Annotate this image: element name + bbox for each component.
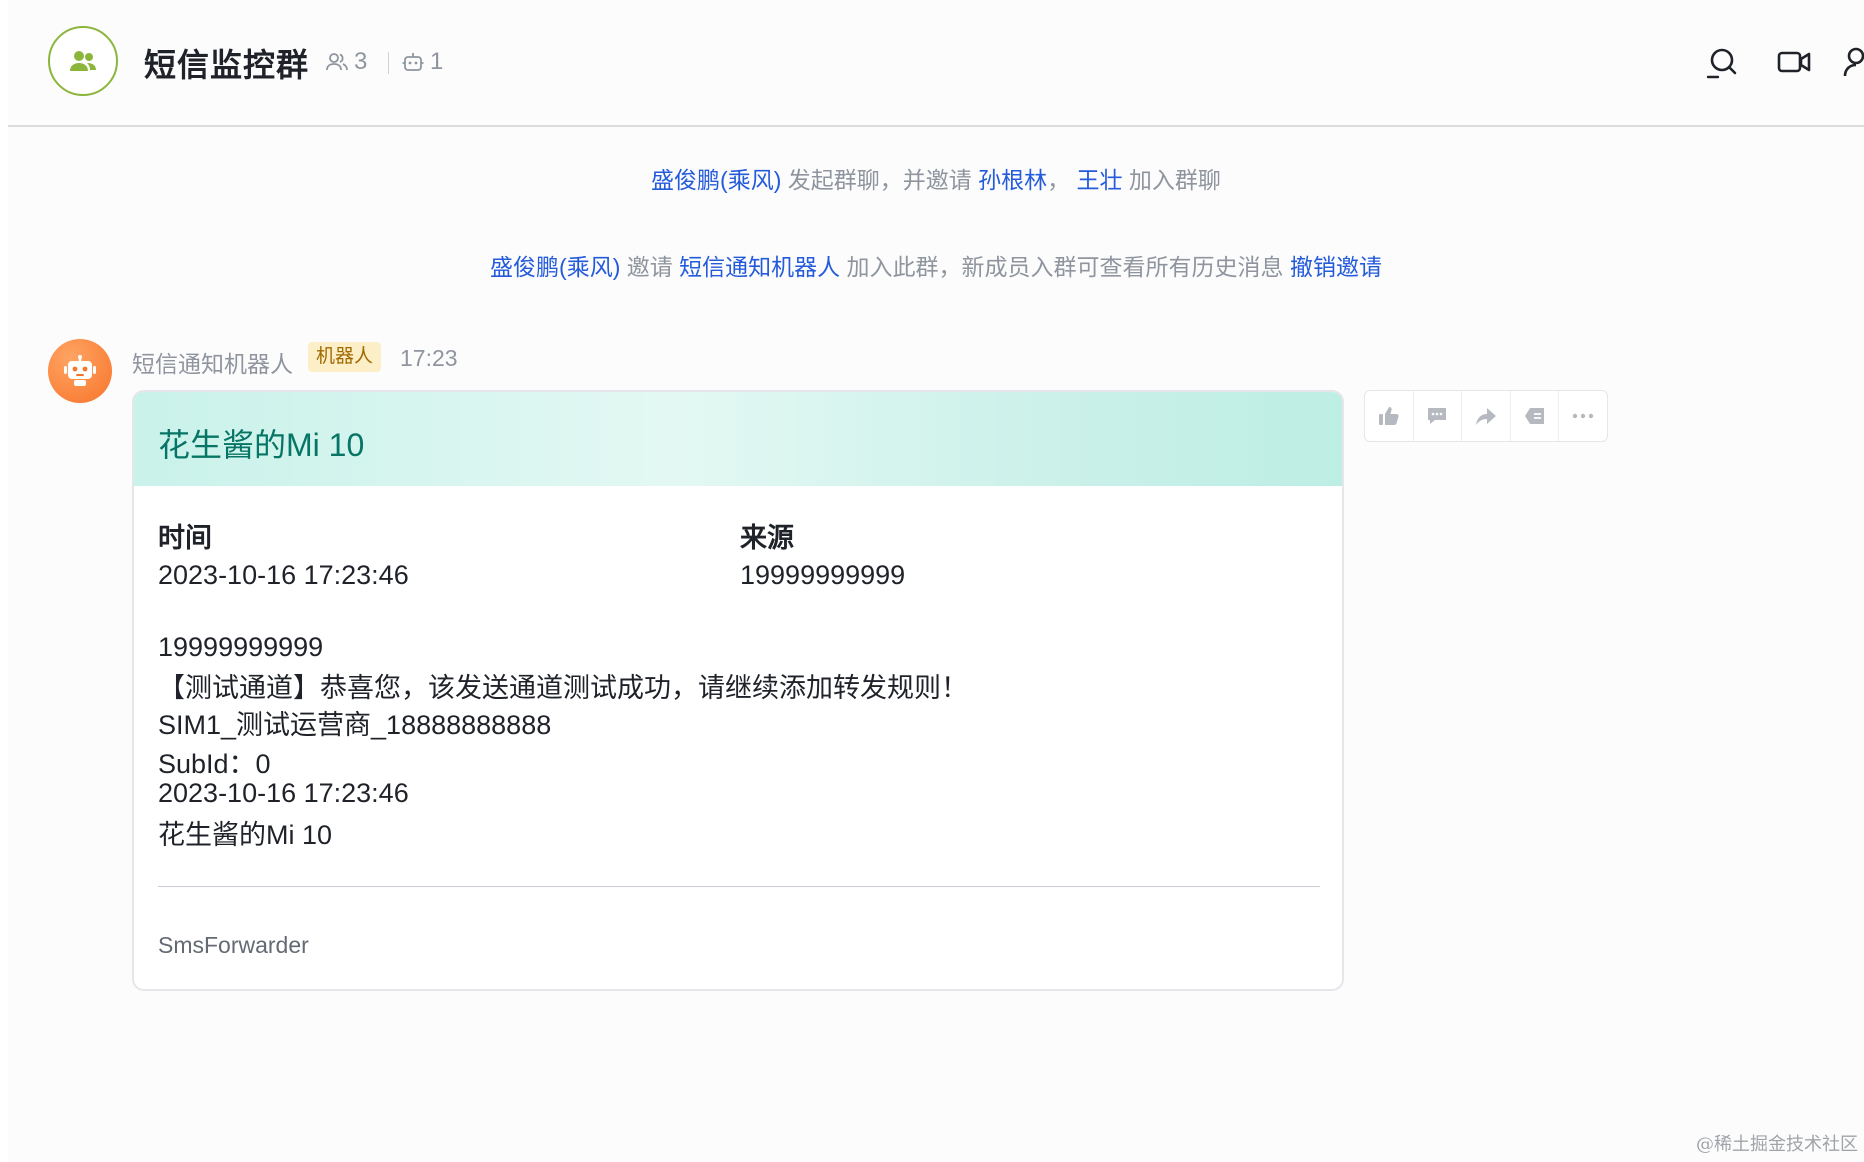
forward-button[interactable] (1462, 391, 1511, 441)
member-count[interactable]: 3 (326, 48, 367, 76)
video-icon[interactable] (1776, 44, 1812, 80)
card-title: 花生酱的Mi 10 (158, 427, 365, 463)
body-line: 花生酱的Mi 10 (158, 820, 333, 850)
card-divider (158, 886, 1320, 887)
body-line: SIM1_测试运营商_18888888888 (158, 710, 552, 740)
reply-button[interactable] (1414, 391, 1463, 441)
user-link[interactable]: 王壮 (1077, 167, 1123, 193)
revoke-invite-link[interactable]: 撤销邀请 (1290, 254, 1382, 280)
bot-avatar[interactable] (48, 339, 112, 403)
bot-badge: 机器人 (308, 342, 382, 372)
user-link[interactable]: 盛俊鹏(乘风) (490, 254, 620, 280)
search-icon[interactable] (1704, 44, 1740, 80)
message-area: 盛俊鹏(乘风) 发起群聊，并邀请 孙根林， 王壮 加入群聊 盛俊鹏(乘风) 邀请… (8, 127, 1864, 1162)
body-line: 【测试通道】恭喜您，该发送通道测试成功，请继续添加转发规则！ (158, 673, 968, 703)
more-icon (1572, 413, 1594, 419)
time-value: 2023-10-16 17:23:46 (158, 560, 409, 590)
watermark: @稀土掘金技术社区 (1696, 1134, 1858, 1155)
bot-link[interactable]: 短信通知机器人 (679, 254, 840, 280)
like-button[interactable] (1365, 391, 1414, 441)
member-count-value: 3 (354, 48, 368, 75)
group-title[interactable]: 短信监控群 (144, 40, 309, 86)
system-text: ， (1047, 167, 1077, 193)
group-avatar[interactable] (48, 26, 118, 96)
add-member-icon[interactable] (1842, 44, 1864, 80)
pin-icon (1524, 408, 1544, 424)
members-icon (326, 53, 348, 71)
source-label: 来源 (740, 523, 794, 553)
body-line: SubId：0 (158, 749, 271, 779)
system-message-create: 盛俊鹏(乘风) 发起群聊，并邀请 孙根林， 王壮 加入群聊 (8, 161, 1864, 195)
system-text: 加入群聊 (1122, 167, 1221, 193)
message-card[interactable]: 花生酱的Mi 10 时间 2023-10-16 17:23:46 来源 1999… (132, 390, 1344, 991)
meta-divider (388, 52, 389, 74)
sender-name[interactable]: 短信通知机器人 (132, 345, 293, 379)
body-line: 2023-10-16 17:23:46 (158, 778, 409, 808)
system-text: 邀请 (620, 254, 680, 280)
bot-count-value: 1 (430, 48, 444, 75)
time-label: 时间 (158, 523, 212, 553)
card-footer: SmsForwarder (158, 932, 309, 958)
bot-count[interactable]: 1 (402, 48, 443, 76)
robot-icon (64, 355, 96, 386)
message-time: 17:23 (400, 345, 458, 371)
thumbs-up-icon (1378, 407, 1399, 425)
chat-header: 短信监控群 3 1 (8, 0, 1864, 127)
system-text: 发起群聊，并邀请 (781, 167, 979, 193)
user-link[interactable]: 孙根林 (978, 167, 1047, 193)
user-link[interactable]: 盛俊鹏(乘风) (651, 167, 781, 193)
message-actions (1364, 390, 1608, 442)
bot-icon (402, 53, 424, 71)
body-line: 19999999999 (158, 632, 324, 662)
system-text: 加入此群，新成员入群可查看所有历史消息 (840, 254, 1290, 280)
source-value: 19999999999 (740, 560, 906, 590)
reply-icon (1428, 408, 1447, 424)
system-message-invite: 盛俊鹏(乘风) 邀请 短信通知机器人 加入此群，新成员入群可查看所有历史消息 撤… (8, 248, 1864, 282)
more-button[interactable] (1559, 391, 1607, 441)
forward-icon (1475, 408, 1496, 425)
pin-button[interactable] (1511, 391, 1560, 441)
group-icon (70, 51, 96, 71)
card-header: 花生酱的Mi 10 (134, 392, 1342, 486)
